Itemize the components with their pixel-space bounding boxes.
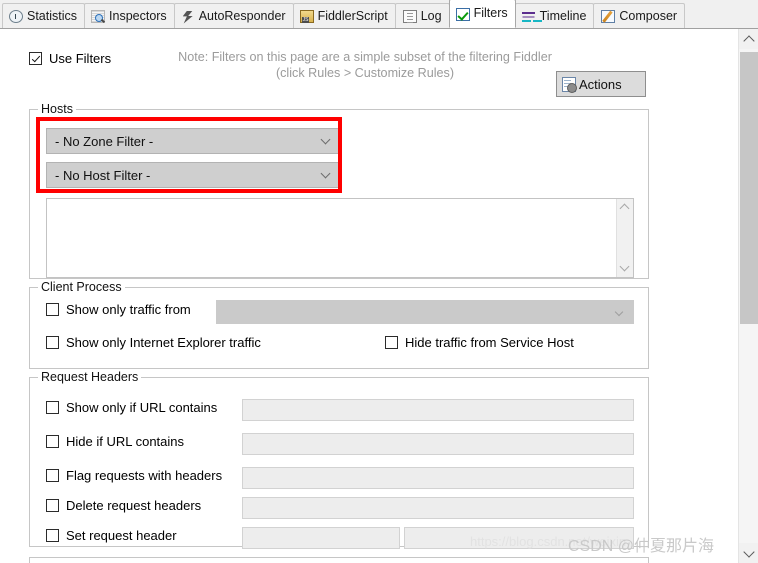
scroll-up-button[interactable] [739,29,758,49]
show-only-traffic-from-label: Show only traffic from [66,302,191,317]
log-icon [402,10,417,23]
tab-label: FiddlerScript [317,8,388,23]
filters-note-line1: Note: Filters on this page are a simple … [178,50,552,64]
chevron-down-icon [322,170,330,178]
tab-label: Composer [619,8,678,23]
tab-inspectors[interactable]: Inspectors [84,3,175,28]
chevron-down-icon [322,136,330,144]
tab-autoresponder[interactable]: AutoResponder [173,3,294,28]
filters-panel: Use Filters Note: Filters on this page a… [0,29,738,563]
set-request-header-value-input[interactable] [404,527,634,549]
show-only-traffic-from-checkbox[interactable] [46,303,59,316]
scroll-down-icon[interactable] [621,263,629,271]
show-only-if-url-contains-label: Show only if URL contains [66,400,218,415]
show-only-if-url-contains-checkbox[interactable] [46,401,59,414]
main-tabstrip: Statistics Inspectors AutoResponder Fidd… [0,0,758,29]
next-group-partial [29,557,649,563]
tab-label: Filters [473,6,508,21]
hosts-textarea-scrollbar[interactable] [616,199,633,277]
filters-note: Note: Filters on this page are a simple … [150,49,580,81]
delete-request-headers-input[interactable] [242,497,634,519]
show-only-if-url-contains-input[interactable] [242,399,634,421]
bolt-icon [181,10,195,24]
show-only-if-url-contains-row[interactable]: Show only if URL contains [46,400,217,415]
hide-if-url-contains-label: Hide if URL contains [66,434,185,449]
clock-icon [9,10,23,23]
set-request-header-name-input[interactable] [242,527,400,549]
host-filter-value: - No Host Filter - [55,167,151,183]
actions-button[interactable]: Actions [556,71,646,97]
hosts-textarea[interactable] [46,198,634,278]
use-filters-label: Use Filters [49,51,112,66]
tab-timeline[interactable]: Timeline [514,3,595,28]
scroll-up-icon[interactable] [621,205,629,213]
tab-filters[interactable]: Filters [448,0,516,28]
tab-statistics[interactable]: Statistics [2,3,86,28]
set-request-header-row[interactable]: Set request header [46,528,177,543]
hosts-group-label: Hosts [38,102,76,116]
client-process-group-label: Client Process [38,280,125,294]
request-headers-group-label: Request Headers [38,370,142,384]
delete-request-headers-label: Delete request headers [66,498,202,513]
tab-label: AutoResponder [198,8,286,23]
client-process-group: Client Process Show only traffic from Sh… [29,280,649,369]
tab-label: Inspectors [109,8,167,23]
hide-if-url-contains-checkbox[interactable] [46,435,59,448]
tab-composer[interactable]: Composer [593,3,686,28]
green-check-icon [455,7,470,21]
tab-label: Log [420,8,442,23]
hide-service-host-row[interactable]: Hide traffic from Service Host [385,335,574,350]
show-only-ie-checkbox[interactable] [46,336,59,349]
tab-label: Timeline [539,8,587,23]
zone-filter-value: - No Zone Filter - [55,133,154,149]
filters-note-line2: (click Rules > Customize Rules) [275,66,455,80]
tab-fiddlerscript[interactable]: FiddlerScript [292,3,396,28]
scroll-down-button[interactable] [739,543,758,563]
use-filters-row[interactable]: Use Filters [29,51,111,66]
delete-request-headers-checkbox[interactable] [46,499,59,512]
panel-vertical-scrollbar[interactable] [738,29,758,563]
client-process-dropdown[interactable] [216,300,634,324]
show-only-ie-label: Show only Internet Explorer traffic [66,335,261,350]
hosts-group: Hosts - No Zone Filter - - No Host Filte… [29,102,649,279]
actions-button-label: Actions [579,76,622,92]
set-request-header-label: Set request header [66,528,177,543]
flag-requests-with-headers-label: Flag requests with headers [66,468,223,483]
flag-requests-with-headers-input[interactable] [242,467,634,489]
chevron-down-icon [616,309,623,316]
timeline-bars-icon [521,11,536,23]
zone-filter-dropdown[interactable]: - No Zone Filter - [46,128,340,154]
scrollbar-thumb[interactable] [740,52,758,324]
use-filters-checkbox[interactable] [29,52,42,65]
actions-gear-page-icon [562,76,577,93]
flag-requests-with-headers-checkbox[interactable] [46,469,59,482]
hide-if-url-contains-input[interactable] [242,433,634,455]
tab-log[interactable]: Log [394,3,450,28]
hide-service-host-checkbox[interactable] [385,336,398,349]
fiddler-window: Statistics Inspectors AutoResponder Fidd… [0,0,758,563]
hide-service-host-label: Hide traffic from Service Host [405,335,574,350]
show-only-traffic-from-row[interactable]: Show only traffic from [46,302,191,317]
composer-pencil-icon [601,10,616,23]
flag-requests-with-headers-row[interactable]: Flag requests with headers [46,468,222,483]
set-request-header-checkbox[interactable] [46,529,59,542]
magnifier-icon [91,10,106,23]
host-filter-dropdown[interactable]: - No Host Filter - [46,162,340,188]
js-script-icon [299,10,314,23]
delete-request-headers-row[interactable]: Delete request headers [46,498,201,513]
hide-if-url-contains-row[interactable]: Hide if URL contains [46,434,184,449]
show-only-ie-row[interactable]: Show only Internet Explorer traffic [46,335,261,350]
request-headers-group: Request Headers Show only if URL contain… [29,370,649,549]
tab-label: Statistics [27,8,78,23]
